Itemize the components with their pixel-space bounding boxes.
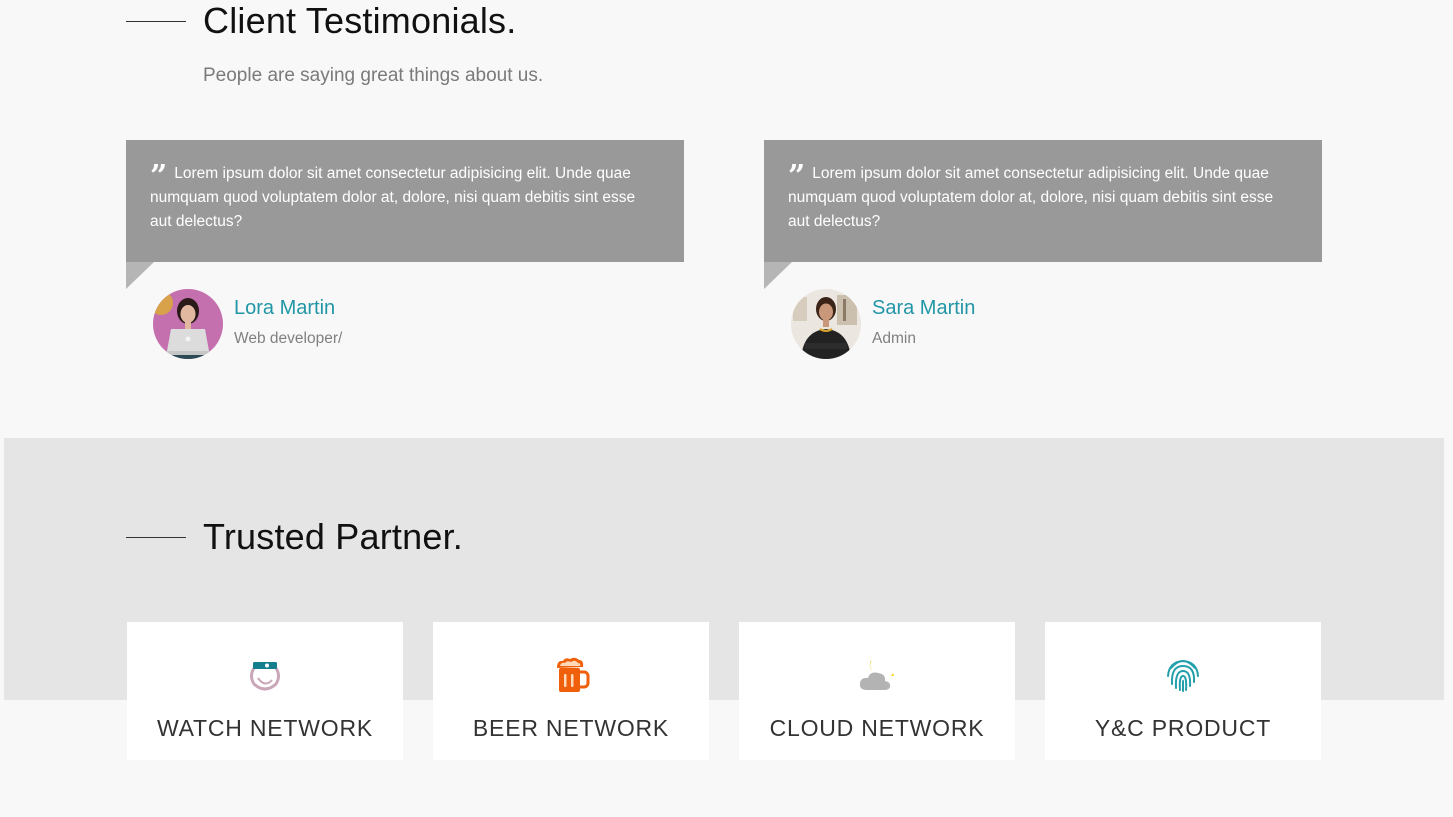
testimonials-title: Client Testimonials.: [203, 0, 517, 41]
partner-label: WATCH NETWORK: [156, 715, 374, 741]
testimonial-quote-text: Lorem ipsum dolor sit amet consectetur a…: [150, 165, 636, 230]
testimonial-quote-box: ” Lorem ipsum dolor sit amet consectetur …: [126, 140, 684, 262]
testimonials-heading: Client Testimonials.: [126, 0, 516, 42]
woman-with-laptop-avatar: [153, 289, 223, 359]
partner-label: CLOUD NETWORK: [769, 715, 985, 741]
partner-label: BEER NETWORK: [472, 715, 670, 741]
partner-card-yc-product[interactable]: Y&C PRODUCT: [1045, 622, 1321, 760]
testimonial-author: Lora Martin Web developer/: [153, 289, 342, 359]
quote-tail: [764, 262, 792, 289]
testimonials-subtitle: People are saying great things about us.: [203, 65, 544, 86]
watch-icon: [250, 662, 280, 691]
woman-standing-avatar: [791, 289, 861, 359]
testimonial-author: Sara Martin Admin: [791, 289, 975, 359]
quote-tail: [126, 262, 154, 289]
fingerprint-icon: [1167, 659, 1199, 692]
author-role: Admin: [872, 330, 916, 347]
partners-heading: Trusted Partner.: [126, 516, 463, 558]
partner-card-watch-network[interactable]: WATCH NETWORK: [127, 622, 403, 760]
author-role: Web developer/: [234, 330, 343, 347]
author-name[interactable]: Lora Martin: [234, 297, 342, 320]
heading-rule: [126, 20, 186, 22]
testimonial-quote-box: ” Lorem ipsum dolor sit amet consectetur …: [764, 140, 1322, 262]
partner-card-cloud-network[interactable]: CLOUD NETWORK: [739, 622, 1015, 760]
author-name[interactable]: Sara Martin: [872, 297, 975, 320]
partners-title: Trusted Partner.: [203, 516, 463, 557]
partner-label: Y&C PRODUCT: [1094, 715, 1272, 741]
heading-rule: [126, 536, 186, 538]
beer-mug-icon: [557, 657, 590, 692]
testimonial-quote-text: Lorem ipsum dolor sit amet consectetur a…: [788, 165, 1274, 230]
partner-card-beer-network[interactable]: BEER NETWORK: [433, 622, 709, 760]
cloud-moon-icon: [859, 658, 894, 690]
